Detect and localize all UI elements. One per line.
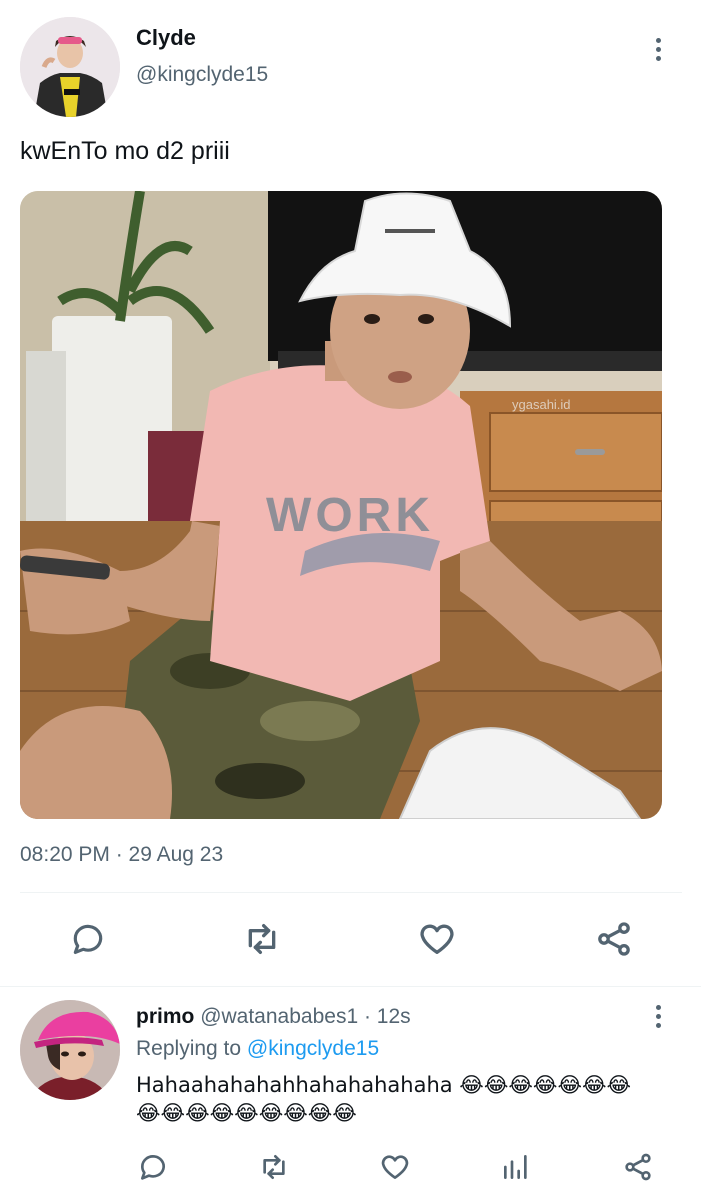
tweet-photo[interactable]: WORK ygasahi.id — [20, 191, 662, 819]
tweet-text: kwEnTo mo d2 priii — [20, 137, 230, 165]
replying-to-handle[interactable]: @kingclyde15 — [247, 1037, 379, 1060]
reply-retweet-icon[interactable] — [255, 1148, 293, 1186]
reply-time[interactable]: · 12s — [364, 1005, 411, 1028]
author-handle[interactable]: @kingclyde15 — [136, 63, 268, 87]
shirt-print-text: WORK — [266, 489, 434, 542]
replying-to-label: Replying to — [136, 1037, 242, 1060]
reply-author-name[interactable]: primo — [136, 1005, 194, 1028]
reply-reply-icon[interactable] — [134, 1148, 172, 1186]
replying-to: Replying to @kingclyde15 — [136, 1037, 379, 1061]
tweet-timestamp[interactable]: 08:20 PM · 29 Aug 23 — [20, 843, 223, 867]
photo-image: WORK ygasahi.id — [20, 191, 662, 819]
more-options-icon[interactable] — [655, 38, 661, 61]
author-avatar[interactable] — [20, 17, 120, 117]
divider — [0, 986, 701, 987]
reply-text-line2: 😂😂😂😂😂😂😂😂😂 — [136, 1101, 357, 1125]
author-name[interactable]: Clyde — [136, 25, 196, 51]
reply-share-icon[interactable] — [619, 1148, 657, 1186]
divider — [20, 892, 682, 893]
avatar-image — [20, 17, 120, 117]
reply-icon[interactable] — [66, 917, 110, 961]
reply-avatar-image — [20, 1000, 120, 1100]
reply-avatar[interactable] — [20, 1000, 120, 1100]
share-icon[interactable] — [592, 917, 636, 961]
reply-views-icon[interactable] — [497, 1148, 535, 1186]
reply-author-handle[interactable]: @watanababes1 — [200, 1005, 358, 1028]
like-icon[interactable] — [415, 917, 459, 961]
reply-like-icon[interactable] — [376, 1148, 414, 1186]
retweet-icon[interactable] — [240, 917, 284, 961]
reply-header: primo @watanababes1 · 12s — [136, 1005, 411, 1029]
reply-text-line1: Hahaahahahahhahahahahaha 😂😂😂😂😂😂😂 — [136, 1073, 632, 1097]
reply-more-options-icon[interactable] — [655, 1005, 661, 1028]
photo-watermark: ygasahi.id — [512, 397, 571, 412]
